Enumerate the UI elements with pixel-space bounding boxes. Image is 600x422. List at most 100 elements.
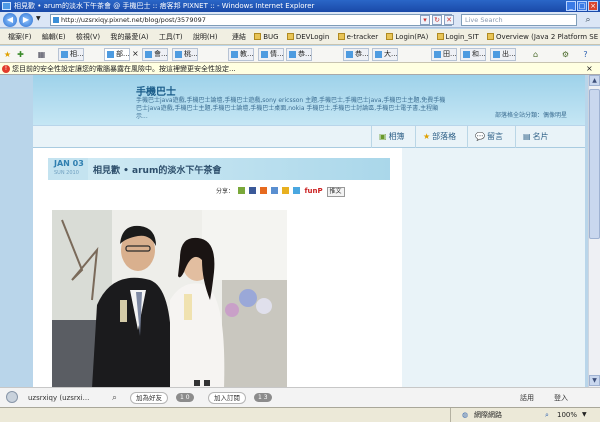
tools-icon[interactable]: ⚙ [560, 49, 571, 60]
funp-logo[interactable]: funP [304, 186, 322, 196]
url-input[interactable]: http://uzsrxiqy.pixnet.net/blog/post/357… [50, 14, 452, 26]
menu-file[interactable]: 檔案(F) [8, 29, 32, 44]
tab-1[interactable]: 相... [58, 48, 84, 61]
nav-album[interactable]: ▣ 相簿 [379, 130, 405, 144]
close-infobar-icon[interactable]: × [586, 63, 593, 75]
post-photo[interactable] [52, 210, 287, 387]
tab-page-icon [107, 51, 114, 58]
search-input[interactable]: Live Search [461, 14, 577, 26]
tab-bar: ★ ✚ ▦ 相... 部... × 會... 桃... 教... 情... 恭.… [0, 46, 600, 63]
menu-favorites[interactable]: 我的最愛(A) [110, 29, 148, 44]
tab-4[interactable]: 桃... [172, 48, 198, 61]
blog-description: 手機巴士java遊戲,手機巴士論壇,手機巴士遊戲,sony ericsson 主… [136, 97, 446, 120]
link-page-icon [286, 33, 294, 40]
link-login-pa[interactable]: Login(PA) [386, 29, 428, 44]
page-viewport: 手機巴士 手機巴士java遊戲,手機巴士論壇,手機巴士遊戲,sony erics… [0, 75, 588, 387]
tab-6[interactable]: 情... [258, 48, 284, 61]
maximize-button[interactable]: □ [577, 1, 587, 11]
page-scrollbar[interactable]: ▲ ▼ [588, 75, 600, 387]
blog-title[interactable]: 手機巴士 [136, 83, 176, 98]
chat-link[interactable]: 話用 [520, 388, 534, 408]
share-twitter-icon[interactable] [292, 187, 300, 194]
user-avatar[interactable] [6, 391, 18, 403]
tab-5[interactable]: 教... [228, 48, 254, 61]
nav-guestbook[interactable]: 💬 留言 [475, 130, 503, 144]
share-row: 分享： funP 推文 [216, 186, 345, 197]
menu-help[interactable]: 說明(H) [193, 29, 218, 44]
zoom-dropdown-icon[interactable]: ▼ [582, 408, 587, 422]
date-day: SUN 2010 [54, 170, 79, 176]
tab-page-icon [346, 51, 353, 58]
blog-category[interactable]: 部落格全站分類：偶像明星 [495, 110, 567, 119]
tab-9[interactable]: 大... [372, 48, 398, 61]
share-blogger-icon[interactable] [259, 187, 267, 194]
zoom-icon: ⌕ [545, 411, 549, 419]
menu-edit[interactable]: 編輯(E) [42, 29, 66, 44]
nav-divider [371, 126, 372, 148]
post-title[interactable]: 相見歡 • arum的淡水下午茶會 [93, 163, 221, 176]
nav-card[interactable]: ▤ 名片 [523, 130, 549, 144]
tab-page-icon [175, 51, 182, 58]
share-delicious-icon[interactable] [270, 187, 278, 194]
tab-12[interactable]: 出... [490, 48, 516, 61]
forward-button[interactable]: ▶ [19, 13, 33, 27]
security-zone[interactable]: 網際網路 [474, 408, 502, 422]
share-bookmark-icon[interactable] [281, 187, 289, 194]
search-icon[interactable]: ⌕ [112, 388, 117, 408]
link-etracker[interactable]: e-tracker [337, 29, 378, 44]
add-favorite-icon[interactable]: ✚ [15, 49, 26, 60]
tab-7[interactable]: 恭... [286, 48, 312, 61]
push-button[interactable]: 推文 [326, 187, 345, 197]
add-friend-button[interactable]: 加為好友 [130, 392, 168, 404]
recent-pages-dropdown[interactable]: ▼ [36, 15, 41, 22]
favorites-star-icon[interactable]: ★ [2, 49, 13, 60]
nav-divider [467, 126, 468, 148]
share-facebook-icon[interactable] [248, 187, 256, 194]
security-info-bar[interactable]: ! 您目前的安全性設定讓您的電腦暴露在風險中。按這裡變更安全性設定... × [0, 63, 600, 75]
scroll-down-arrow-icon[interactable]: ▼ [589, 375, 600, 386]
globe-icon: ◍ [462, 411, 469, 419]
link-java-overview[interactable]: Overview (Java 2 Platform SE 5.0) [486, 29, 600, 44]
tab-page-icon [375, 51, 382, 58]
search-icon[interactable]: ⌕ [580, 14, 596, 26]
info-bar-text: 您目前的安全性設定讓您的電腦暴露在風險中。按這裡變更安全性設定... [12, 65, 236, 73]
subscribe-count-badge: 1 3 [254, 393, 272, 402]
zoom-level[interactable]: 100% [557, 408, 577, 422]
menu-tools[interactable]: 工具(T) [159, 29, 183, 44]
back-button[interactable]: ◀ [3, 13, 17, 27]
tab-3[interactable]: 會... [142, 48, 168, 61]
user-name[interactable]: uzsrxiqy (uzsrxi... [28, 388, 89, 408]
link-page-icon [254, 33, 262, 40]
tab-8[interactable]: 恭... [343, 48, 369, 61]
scroll-thumb[interactable] [589, 89, 600, 239]
login-link[interactable]: 登入 [554, 388, 568, 408]
link-login-sit[interactable]: Login_SIT [436, 29, 479, 44]
compat-icon[interactable]: ▾ [420, 15, 430, 25]
help-icon[interactable]: ? [580, 49, 591, 60]
blog-star-icon: ★ [423, 132, 431, 141]
menu-view[interactable]: 檢視(V) [76, 29, 100, 44]
close-button[interactable]: × [588, 1, 598, 11]
home-icon[interactable]: ⌂ [530, 49, 541, 60]
link-page-icon [486, 33, 494, 40]
link-bug[interactable]: BUG [254, 29, 279, 44]
link-devlogin[interactable]: DEVLogin [286, 29, 329, 44]
refresh-icon[interactable]: ↻ [432, 15, 442, 25]
tab-2-active[interactable]: 部... [104, 48, 130, 61]
nav-divider [515, 126, 516, 148]
share-label: 分享： [216, 188, 235, 195]
scroll-up-arrow-icon[interactable]: ▲ [589, 75, 600, 86]
subscribe-button[interactable]: 加入訂閱 [208, 392, 246, 404]
tab-page-icon [61, 51, 68, 58]
post-date: JAN 03 SUN 2010 [48, 158, 88, 180]
nav-blog[interactable]: ★ 部落格 [423, 130, 456, 144]
quick-tabs-icon[interactable]: ▦ [36, 49, 47, 60]
share-plurk-icon[interactable] [237, 187, 245, 194]
close-tab-icon[interactable]: × [132, 49, 139, 58]
post-content: JAN 03 SUN 2010 相見歡 • arum的淡水下午茶會 分享： fu… [33, 148, 402, 387]
post-header: JAN 03 SUN 2010 相見歡 • arum的淡水下午茶會 [48, 158, 390, 180]
stop-icon[interactable]: ✕ [444, 15, 454, 25]
tab-11[interactable]: 和... [460, 48, 486, 61]
tab-10[interactable]: 田... [431, 48, 457, 61]
minimize-button[interactable]: _ [566, 1, 576, 11]
